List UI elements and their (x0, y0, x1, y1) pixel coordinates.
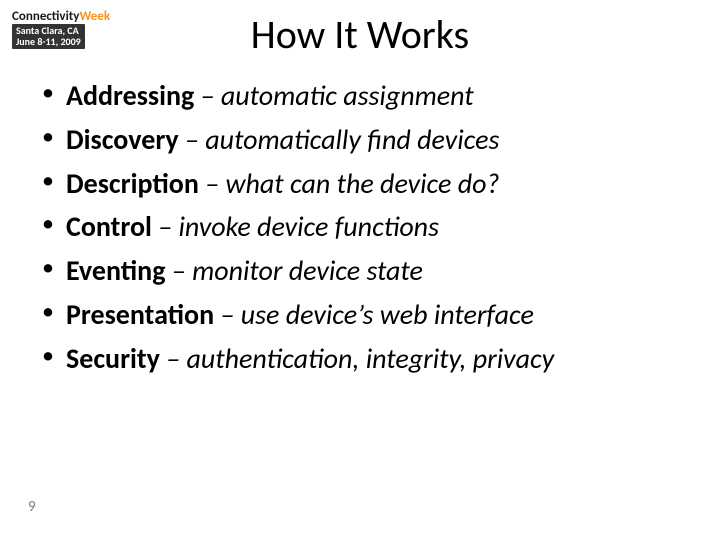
bullet-desc: automatically find devices (205, 122, 499, 157)
bullet-dash: – (152, 209, 179, 244)
bullet-term: Discovery (66, 122, 179, 157)
list-item: Security – authentication, integrity, pr… (36, 341, 684, 377)
bullet-dash: – (214, 297, 241, 332)
bullet-dash: – (199, 166, 226, 201)
list-item: Control – invoke device functions (36, 209, 684, 245)
bullet-term: Presentation (66, 297, 214, 332)
bullet-list: Addressing – automatic assignment Discov… (36, 78, 684, 377)
slide-body: Addressing – automatic assignment Discov… (36, 78, 684, 385)
list-item: Addressing – automatic assignment (36, 78, 684, 114)
bullet-term: Addressing (66, 78, 194, 113)
bullet-term: Description (66, 166, 199, 201)
bullet-desc: monitor device state (192, 253, 423, 288)
bullet-dash: – (194, 78, 221, 113)
list-item: Description – what can the device do? (36, 166, 684, 202)
bullet-desc: what can the device do? (225, 166, 499, 201)
bullet-term: Eventing (66, 253, 165, 288)
bullet-dash: – (179, 122, 206, 157)
slide: ConnectivityWeek Santa Clara, CA June 8-… (0, 0, 720, 540)
slide-title: How It Works (0, 10, 720, 59)
list-item: Eventing – monitor device state (36, 253, 684, 289)
bullet-desc: invoke device functions (179, 209, 439, 244)
bullet-term: Security (66, 341, 160, 376)
bullet-dash: – (160, 341, 187, 376)
bullet-dash: – (165, 253, 192, 288)
bullet-desc: authentication, integrity, privacy (186, 341, 554, 376)
bullet-term: Control (66, 209, 152, 244)
page-number: 9 (28, 498, 36, 516)
list-item: Presentation – use device’s web interfac… (36, 297, 684, 333)
bullet-desc: use device’s web interface (241, 297, 534, 332)
list-item: Discovery – automatically find devices (36, 122, 684, 158)
bullet-desc: automatic assignment (221, 78, 474, 113)
